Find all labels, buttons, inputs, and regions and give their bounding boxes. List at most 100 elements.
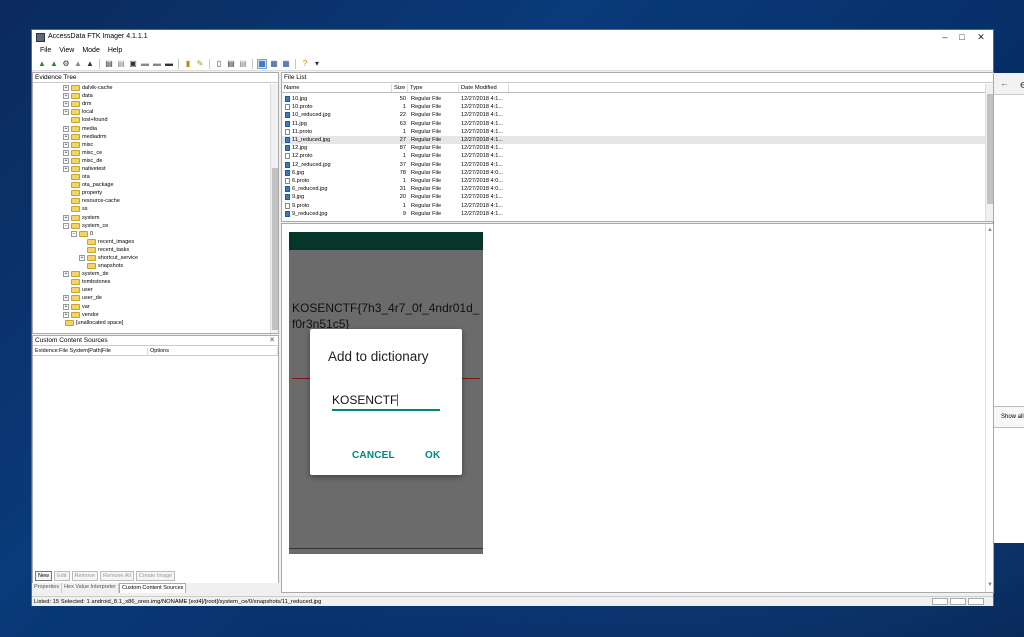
image-mounting-icon[interactable]: ⚙ — [61, 59, 71, 69]
create-image-button[interactable]: Create Image — [135, 571, 176, 581]
hex-view-icon[interactable]: ▤ — [238, 59, 248, 69]
menu-help[interactable]: Help — [104, 45, 126, 57]
tree-node[interactable]: property — [33, 189, 271, 197]
expand-icon[interactable]: + — [63, 214, 69, 221]
tree-node[interactable]: resource-cache — [33, 197, 271, 205]
expand-icon[interactable]: + — [63, 157, 69, 164]
file-row[interactable]: 11.jpg 63 Regular File 12/27/2018 4:1... — [282, 120, 986, 128]
tree-node[interactable]: recent_images — [33, 238, 271, 246]
new-document-icon[interactable]: ▯ — [214, 59, 224, 69]
collapse-icon[interactable]: − — [63, 222, 69, 229]
file-row[interactable]: 12.proto 1 Regular File 12/27/2018 4:1... — [282, 152, 986, 160]
ok-button[interactable]: OK — [425, 450, 440, 461]
column-header[interactable]: Evidence:File System|Path|File — [33, 347, 148, 355]
tree-node[interactable]: lost+found — [33, 116, 271, 124]
tree-node[interactable]: + misc_de — [33, 157, 271, 165]
expand-icon[interactable]: + — [63, 133, 69, 140]
file-row[interactable]: 10_reduced.jpg 22 Regular File 12/27/2018 4… — [282, 111, 986, 119]
expand-icon[interactable]: + — [63, 109, 69, 116]
auto-view-icon[interactable]: ▦ — [257, 58, 267, 69]
scroll-up-icon[interactable]: ▲ — [987, 227, 993, 233]
file-list-scrollbar[interactable] — [985, 84, 993, 221]
menu-mode[interactable]: Mode — [78, 45, 104, 57]
tree-node[interactable]: + media — [33, 124, 271, 132]
new-button[interactable]: New — [35, 571, 53, 581]
file-row[interactable]: 6.proto 1 Regular File 12/27/2018 4:0... — [282, 177, 986, 185]
tree-node[interactable]: snapshots — [33, 262, 271, 270]
add-all-devices-icon[interactable]: ▲ — [49, 59, 59, 69]
file-row[interactable]: 9.jpg 20 Regular File 12/27/2018 4:1... — [282, 193, 986, 201]
expand-icon[interactable]: + — [63, 303, 69, 310]
tree-node[interactable]: + dalvik-cache — [33, 84, 271, 92]
remove-all-evidence-icon[interactable]: ▲ — [85, 59, 95, 69]
column-date-modified[interactable]: Date Modified — [459, 84, 509, 92]
tree-node[interactable]: + vendor — [33, 311, 271, 319]
add-to-custom-content-icon[interactable]: ▬ — [140, 59, 150, 69]
remove-button[interactable]: Remove — [71, 571, 98, 581]
tree-node[interactable]: tombstones — [33, 278, 271, 286]
tree-node[interactable]: + system_de — [33, 270, 271, 278]
tree-node[interactable]: ota — [33, 173, 271, 181]
create-disk-image-icon[interactable]: ▤ — [104, 59, 114, 69]
tree-node[interactable]: + shortcut_service — [33, 254, 271, 262]
expand-icon[interactable]: + — [63, 93, 69, 100]
file-row[interactable]: 10.jpg 50 Regular File 12/27/2018 4:1... — [282, 95, 986, 103]
file-row[interactable]: 10.proto 1 Regular File 12/27/2018 4:1... — [282, 103, 986, 111]
tree-node[interactable]: ota_package — [33, 181, 271, 189]
export-logical-image-icon[interactable]: ▣ — [128, 59, 138, 69]
expand-icon[interactable]: + — [63, 85, 69, 92]
file-row[interactable]: 11.proto 1 Regular File 12/27/2018 4:1... — [282, 128, 986, 136]
tree-node[interactable]: + nativetest — [33, 165, 271, 173]
tree-node[interactable]: recent_tasks — [33, 246, 271, 254]
scrollbar-thumb[interactable] — [987, 94, 993, 204]
file-row[interactable]: 9_reduced.jpg 9 Regular File 12/27/2018 4:1… — [282, 210, 986, 218]
remove-all-button[interactable]: Remove All — [99, 571, 134, 581]
export-hash-list-icon[interactable]: ✎ — [195, 59, 205, 69]
scrollbar-thumb[interactable] — [272, 168, 278, 330]
show-all-button[interactable]: Show all — [991, 406, 1024, 428]
file-row[interactable]: 6_reduced.jpg 31 Regular File 12/27/2018 4:… — [282, 185, 986, 193]
decrypt-icon[interactable]: ▬ — [164, 59, 174, 69]
close-button[interactable]: ✕ — [970, 30, 992, 45]
tab-properties[interactable]: Properties — [32, 583, 63, 593]
expand-icon[interactable]: + — [63, 101, 69, 108]
file-row[interactable]: 12.jpg 87 Regular File 12/27/2018 4:1... — [282, 144, 986, 152]
background-browser-window[interactable]: ← ｅ Show all — [990, 73, 1024, 543]
edit-button[interactable]: Edit — [54, 571, 70, 581]
help-icon[interactable]: ? — [300, 59, 310, 69]
expand-icon[interactable]: + — [63, 165, 69, 172]
export-files-icon[interactable]: ▮ — [183, 59, 193, 69]
expand-icon[interactable]: + — [63, 149, 69, 156]
tree-node[interactable]: − system_ce — [33, 222, 271, 230]
back-arrow-icon[interactable]: ← — [1000, 78, 1009, 88]
expand-icon[interactable]: + — [63, 125, 69, 132]
file-row[interactable]: 11_reduced.jpg 27 Regular File 12/27/2018 4… — [282, 135, 986, 145]
tree-node[interactable]: + misc — [33, 141, 271, 149]
expand-icon[interactable]: + — [63, 295, 69, 302]
file-row[interactable]: 12_reduced.jpg 37 Regular File 12/27/2018 4… — [282, 161, 986, 169]
tree-node[interactable]: + var — [33, 303, 271, 311]
remove-evidence-icon[interactable]: ▲ — [73, 59, 83, 69]
tree-node[interactable]: + data — [33, 92, 271, 100]
tree-node[interactable]: ss — [33, 205, 271, 213]
tree-node[interactable]: + mediadrm — [33, 133, 271, 141]
file-row[interactable]: 6.jpg 78 Regular File 12/27/2018 4:0... — [282, 169, 986, 177]
close-panel-icon[interactable]: ✕ — [269, 336, 275, 344]
tree-node[interactable]: [unallocated space] — [33, 319, 271, 327]
column-header[interactable]: Options — [148, 347, 278, 355]
expand-icon[interactable]: + — [63, 271, 69, 278]
file-row[interactable]: 9.proto 1 Regular File 12/27/2018 4:1... — [282, 201, 986, 209]
column-size[interactable]: Size — [392, 84, 408, 92]
tree-node[interactable]: −0 — [33, 230, 271, 238]
cancel-button[interactable]: CANCEL — [352, 450, 395, 461]
viewer-scrollbar[interactable]: ▲ ▼ — [985, 224, 993, 592]
tab-custom-content-sources[interactable]: Custom Content Sources — [118, 583, 187, 593]
tree-node[interactable]: + misc_ce — [33, 149, 271, 157]
evidence-tree-scrollbar[interactable] — [270, 84, 278, 333]
tree-node[interactable]: + user_de — [33, 294, 271, 302]
word-input[interactable]: KOSENCTF — [332, 391, 440, 411]
expand-icon[interactable]: + — [63, 141, 69, 148]
tree-node[interactable]: + local — [33, 108, 271, 116]
expand-icon[interactable]: + — [63, 311, 69, 318]
add-evidence-icon[interactable]: ▲ — [37, 59, 47, 69]
